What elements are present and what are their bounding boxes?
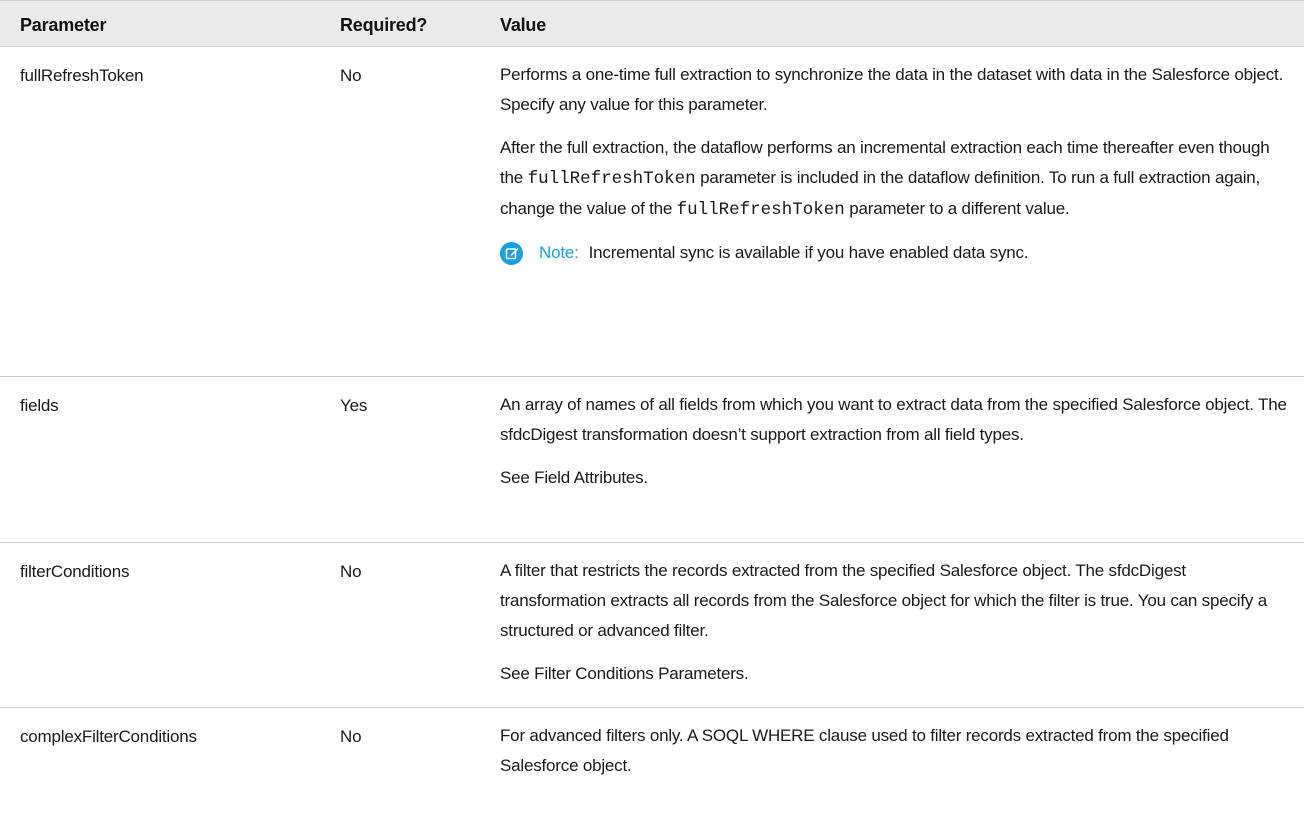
text-segment: parameter to a different value. (844, 199, 1070, 218)
table-header: Parameter Required? Value (0, 0, 1304, 47)
code-token: fullRefreshToken (527, 169, 696, 189)
param-name: fields (20, 396, 59, 415)
table-row: fields Yes An array of names of all fiel… (0, 377, 1304, 543)
table-row: fullRefreshToken No Performs a one-time … (0, 47, 1304, 377)
param-value: Performs a one-time full extraction to s… (500, 60, 1290, 268)
param-required: No (340, 562, 362, 581)
param-required: No (340, 66, 362, 85)
header-required: Required? (340, 15, 428, 35)
param-required: Yes (340, 396, 368, 415)
note-text: Incremental sync is available if you hav… (588, 243, 1029, 262)
param-required: No (340, 727, 362, 746)
param-value: A filter that restricts the records extr… (500, 556, 1290, 702)
param-name: fullRefreshToken (20, 66, 144, 85)
value-paragraph: Performs a one-time full extraction to s… (500, 65, 1284, 114)
value-paragraph: A filter that restricts the records extr… (500, 561, 1267, 640)
note-label: Note: (539, 243, 579, 262)
param-value: An array of names of all fields from whi… (500, 390, 1290, 506)
value-paragraph: An array of names of all fields from whi… (500, 395, 1287, 444)
param-name: filterConditions (20, 562, 130, 581)
value-paragraph: For advanced filters only. A SOQL WHERE … (500, 726, 1229, 775)
code-token: fullRefreshToken (676, 200, 845, 220)
param-name: complexFilterConditions (20, 727, 197, 746)
note-callout: Note: Incremental sync is available if y… (500, 238, 1290, 268)
value-paragraph: After the full extraction, the dataflow … (500, 133, 1290, 225)
table-row: filterConditions No A filter that restri… (0, 543, 1304, 708)
table-row: complexFilterConditions No For advanced … (0, 708, 1304, 827)
value-paragraph: See Filter Conditions Parameters. (500, 664, 749, 683)
header-value: Value (500, 15, 547, 35)
param-value: For advanced filters only. A SOQL WHERE … (500, 721, 1290, 794)
header-parameter: Parameter (20, 15, 107, 35)
value-paragraph: See Field Attributes. (500, 468, 648, 487)
edit-note-icon (500, 241, 523, 265)
